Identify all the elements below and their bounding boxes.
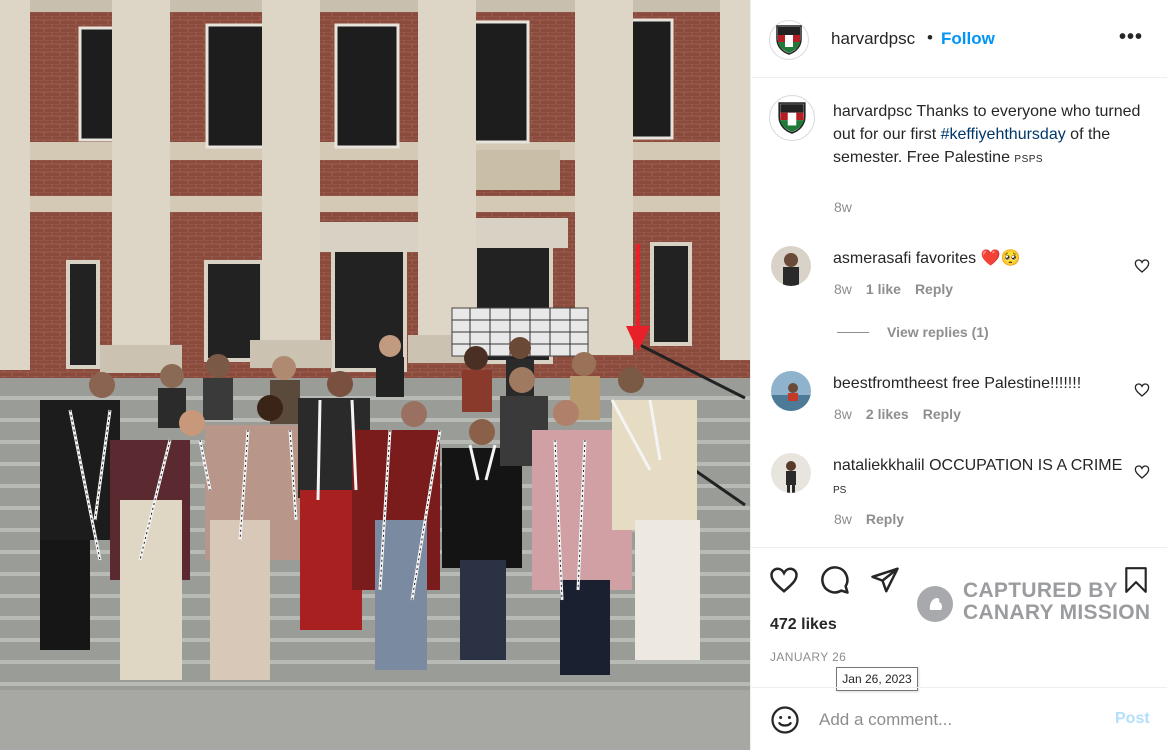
header-separator-dot: • xyxy=(927,28,933,47)
commenter-avatar[interactable] xyxy=(771,453,811,493)
caption-timestamp[interactable]: 8w xyxy=(834,199,852,215)
comment-3: nataliekkhalil OCCUPATION IS A CRIME PS xyxy=(833,454,1123,502)
comment-text: favorites xyxy=(915,250,977,267)
comment-time[interactable]: 8w xyxy=(834,281,852,297)
comment-1: asmerasafi favorites ❤️🥺 xyxy=(833,247,1123,270)
canary-mission-watermark: CAPTURED BY CANARY MISSION xyxy=(917,578,1157,628)
post-caption: harvardpsc Thanks to everyone who turned… xyxy=(833,100,1143,171)
save-bookmark-icon[interactable] xyxy=(1123,566,1149,594)
comment-2: beestfromtheest free Palestine!!!!!!! xyxy=(833,372,1123,395)
comment-time[interactable]: 8w xyxy=(834,406,852,422)
add-comment-bar: Post xyxy=(751,687,1167,750)
comment-username[interactable]: beestfromtheest xyxy=(833,375,948,392)
comment-username[interactable]: nataliekkhalil xyxy=(833,457,925,474)
comment-likes[interactable]: 1 like xyxy=(866,281,901,297)
more-options-icon[interactable]: ••• xyxy=(1119,26,1143,49)
comment-time[interactable]: 8w xyxy=(834,511,852,527)
comment-username[interactable]: asmerasafi xyxy=(833,250,911,267)
canary-bird-icon xyxy=(917,586,953,622)
reply-button[interactable]: Reply xyxy=(866,511,904,527)
add-comment-input[interactable] xyxy=(819,707,1099,733)
commenter-avatar[interactable] xyxy=(771,246,811,286)
like-comment-heart-icon[interactable] xyxy=(1134,382,1150,398)
post-header: harvardpsc • Follow ••• xyxy=(751,0,1167,78)
like-heart-icon[interactable] xyxy=(769,565,799,595)
group-photo-image xyxy=(0,0,750,750)
likes-count[interactable]: 472 likes xyxy=(770,616,837,634)
user-photo-avatar xyxy=(771,246,811,286)
palestine-flag-emoji: PSPS xyxy=(1014,154,1044,165)
comment-bubble-icon[interactable] xyxy=(820,565,850,595)
comment-2-meta: 8w 2 likes Reply xyxy=(834,406,975,422)
reply-button[interactable]: Reply xyxy=(923,406,961,422)
caption-username[interactable]: harvardpsc xyxy=(833,103,912,120)
user-photo-avatar xyxy=(771,371,811,411)
caption-hashtag[interactable]: #keffiyehthursday xyxy=(941,126,1066,143)
like-comment-heart-icon[interactable] xyxy=(1134,258,1150,274)
heart-pleading-emoji: ❤️🥺 xyxy=(980,250,1021,267)
user-photo-avatar xyxy=(771,453,811,493)
follow-button[interactable]: Follow xyxy=(941,29,995,49)
watermark-line-2: CANARY MISSION xyxy=(963,601,1151,624)
reply-button[interactable]: Reply xyxy=(915,281,953,297)
share-send-icon[interactable] xyxy=(870,565,900,595)
view-replies-label: View replies (1) xyxy=(887,324,989,340)
caption-avatar[interactable] xyxy=(769,95,815,141)
comment-text: free Palestine!!!!!!! xyxy=(952,375,1082,392)
post-actions: CAPTURED BY CANARY MISSION 472 likes JAN… xyxy=(751,547,1167,691)
post-date[interactable]: JANUARY 26 xyxy=(770,650,846,664)
comment-text: OCCUPATION IS A CRIME xyxy=(929,457,1123,474)
palestine-flag-emoji: PS xyxy=(833,485,847,496)
like-comment-heart-icon[interactable] xyxy=(1134,464,1150,480)
shield-logo-icon xyxy=(776,25,802,55)
comment-likes[interactable]: 2 likes xyxy=(866,406,909,422)
view-replies-button[interactable]: View replies (1) xyxy=(837,324,989,340)
post-side-panel: harvardpsc • Follow ••• harvardpsc Thank… xyxy=(750,0,1167,750)
commenter-avatar[interactable] xyxy=(771,371,811,411)
header-username[interactable]: harvardpsc xyxy=(831,29,915,49)
view-replies-line xyxy=(837,331,869,333)
post-photo xyxy=(0,0,750,750)
emoji-smiley-icon[interactable] xyxy=(770,705,800,735)
comment-3-meta: 8w Reply xyxy=(834,511,918,527)
account-avatar[interactable] xyxy=(769,20,809,60)
shield-logo-icon xyxy=(778,102,806,134)
post-comment-button[interactable]: Post xyxy=(1115,710,1150,728)
comment-1-meta: 8w 1 like Reply xyxy=(834,281,967,297)
